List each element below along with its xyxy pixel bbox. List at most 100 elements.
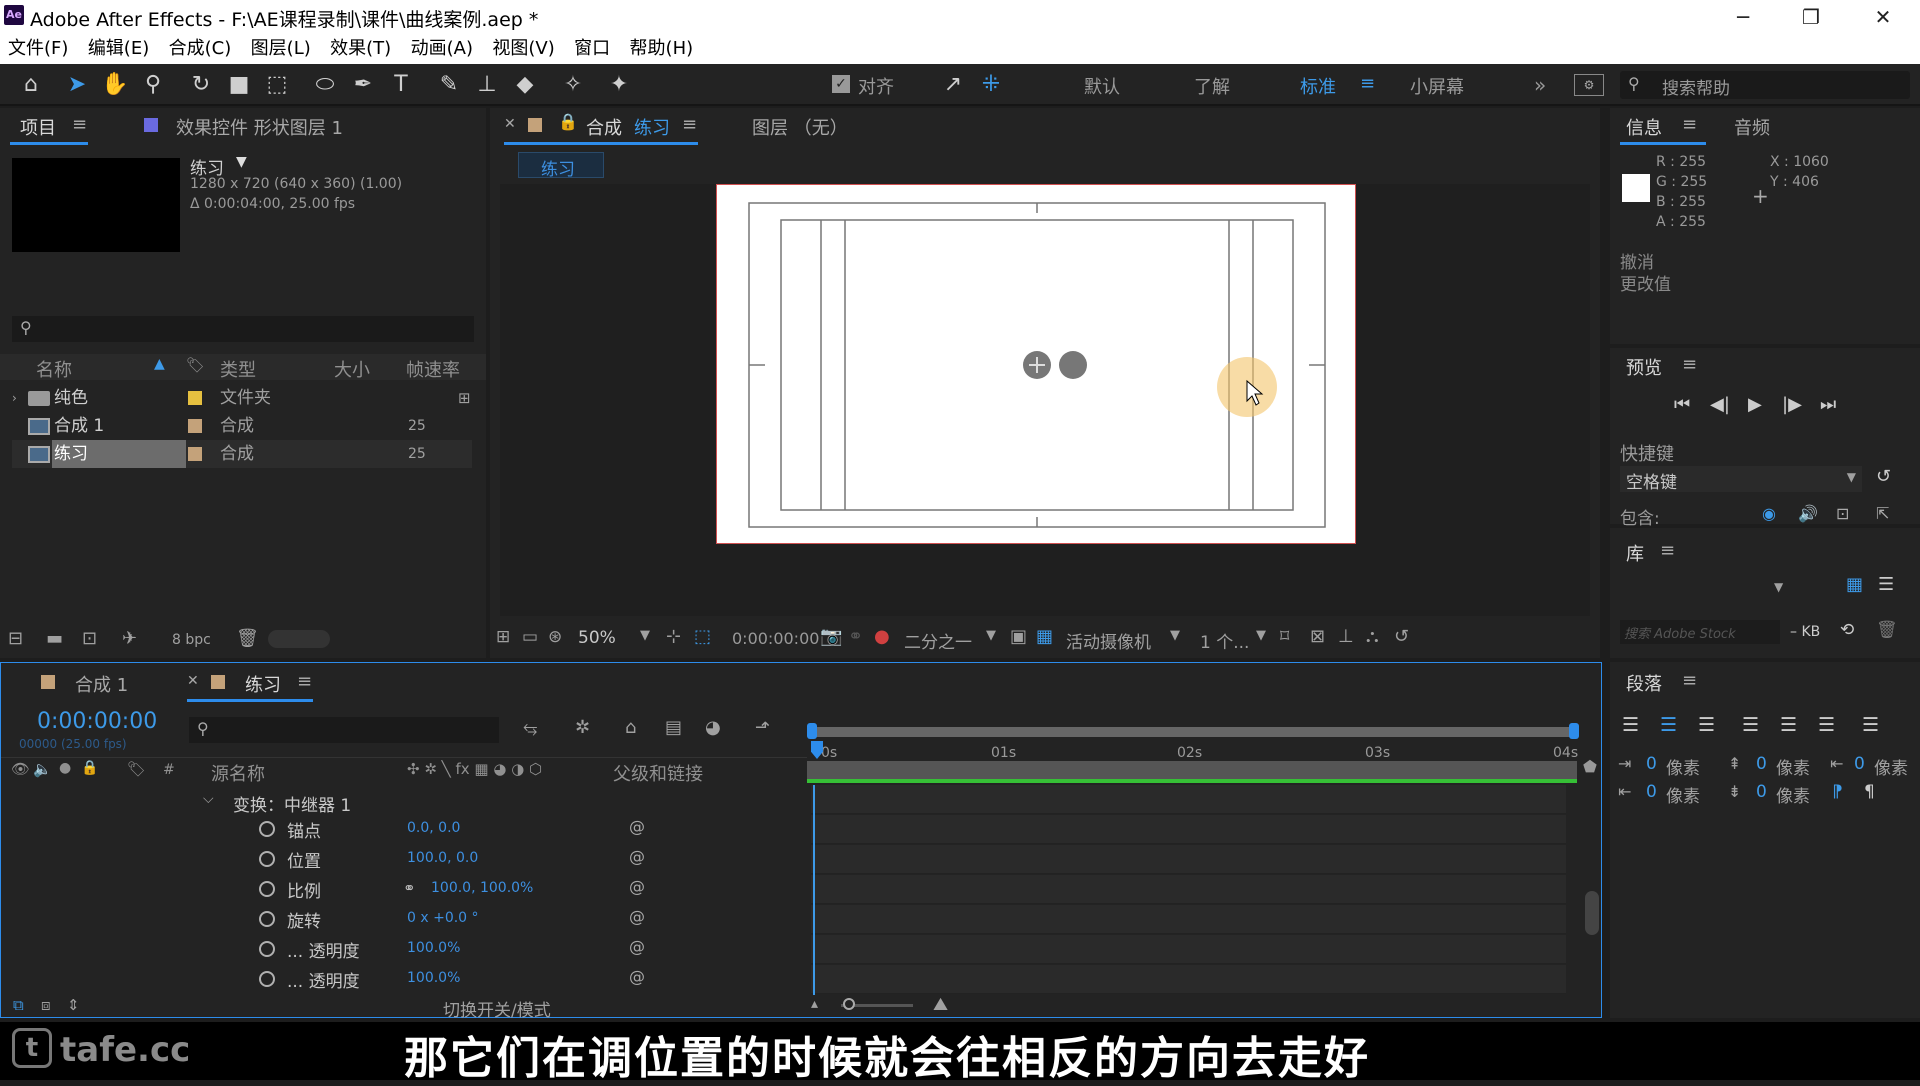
layer-switches-icon[interactable]: ⧉ [13, 996, 24, 1014]
ltr-direction-icon[interactable]: ⁋ [1832, 782, 1843, 802]
prop-value[interactable]: 100.0% [407, 940, 460, 956]
chevron-down-icon[interactable]: ▼ [986, 628, 996, 643]
toggle-switches-modes[interactable]: 切换开关/模式 [443, 996, 551, 1021]
workspace-settings-icon[interactable]: ⚙ [1574, 74, 1604, 96]
resolution-select[interactable]: 二分之一 [904, 628, 972, 653]
tab-info[interactable]: 信息 [1626, 114, 1662, 140]
align-right-icon[interactable]: ☰ [1698, 714, 1715, 736]
hand-tool-icon[interactable]: ✋ [100, 70, 130, 100]
bit-depth[interactable]: 8 bpc [172, 632, 211, 648]
shortcut-select[interactable]: 空格键 ▼ [1620, 466, 1862, 493]
frame-blending-icon[interactable]: ▤ [665, 717, 682, 738]
new-folder-icon[interactable]: ▬ [46, 628, 63, 649]
rotate-tool-icon[interactable]: ↻ [186, 70, 216, 100]
pickwhip-icon[interactable]: @ [629, 907, 645, 926]
align-left-icon[interactable]: ☰ [1622, 714, 1639, 736]
roto-brush-tool-icon[interactable]: ✧ [558, 70, 588, 100]
grid-view-icon[interactable]: ▦ [1846, 574, 1863, 595]
comp-canvas[interactable] [716, 184, 1356, 544]
stopwatch-icon[interactable] [259, 821, 275, 837]
timeline-scrollbar[interactable] [1585, 891, 1599, 935]
zoom-tool-icon[interactable]: ⚲ [138, 70, 168, 100]
rtl-direction-icon[interactable]: ¶ [1864, 782, 1875, 802]
3d-view-icon[interactable]: ⌑ [1280, 626, 1289, 647]
menu-effect[interactable]: 效果(T) [330, 34, 391, 64]
reset-exposure-icon[interactable]: ⊠ [1310, 626, 1325, 647]
workspace-learn[interactable]: 了解 [1194, 73, 1230, 99]
stopwatch-icon[interactable] [259, 851, 275, 867]
track-row[interactable] [811, 965, 1566, 994]
chevron-down-icon[interactable]: ▼ [1256, 628, 1266, 643]
solo-icon[interactable]: ● [59, 760, 71, 776]
align-center-icon[interactable]: ☰ [1660, 714, 1677, 736]
menu-file[interactable]: 文件(F) [8, 34, 68, 64]
pickwhip-icon[interactable]: @ [629, 877, 645, 896]
transform-group-label[interactable]: 变换：中继器 1 [233, 791, 351, 816]
timeline-timecode[interactable]: 0:00:00:00 [37, 709, 157, 734]
stock-search-input[interactable]: 搜索 Adobe Stock [1620, 620, 1780, 644]
grid-guides-icon[interactable]: ⊹ [666, 626, 681, 647]
justify-right-icon[interactable]: ☰ [1818, 714, 1835, 736]
lock-icon[interactable]: 🔒 [558, 112, 578, 131]
clone-stamp-tool-icon[interactable]: ⊥ [472, 70, 502, 100]
menu-composition[interactable]: 合成(C) [169, 34, 232, 64]
include-overlays-icon[interactable]: ⊡ [1836, 504, 1849, 523]
snap-target-icon[interactable]: ⁜ [976, 70, 1006, 100]
camera-tool-icon[interactable]: ■ [224, 70, 254, 100]
first-frame-icon[interactable]: ⏮ [1674, 394, 1690, 415]
track-row[interactable] [811, 815, 1566, 844]
menu-layer[interactable]: 图层(L) [251, 34, 311, 64]
chevron-down-icon[interactable]: ▼ [1774, 580, 1783, 594]
timeline-icon[interactable]: ⊥ [1338, 626, 1354, 647]
zoom-select[interactable]: 50% [578, 628, 616, 648]
lock-icon[interactable]: 🔒 [81, 760, 98, 776]
indent-right-value[interactable]: 0 [1646, 782, 1657, 802]
tab-comp-name[interactable]: 练习 [634, 114, 670, 140]
constrain-proportions-icon[interactable]: ⚭ [403, 879, 416, 897]
play-icon[interactable]: ▶ [1748, 394, 1762, 415]
work-area-start-handle[interactable] [807, 723, 817, 739]
zoom-out-icon[interactable]: ▴ [811, 996, 818, 1012]
expand-arrow-icon[interactable]: › [12, 384, 17, 412]
list-item[interactable]: 合成 1 合成 25 [12, 412, 472, 440]
justify-all-icon[interactable]: ☰ [1862, 714, 1879, 736]
track-row[interactable] [811, 935, 1566, 964]
include-audio-icon[interactable]: 🔊 [1798, 504, 1818, 523]
workspace-menu-icon[interactable]: ≡ [1360, 73, 1375, 94]
prop-value[interactable]: 0.0, 0.0 [407, 820, 460, 836]
camera-select[interactable]: 活动摄像机 [1066, 628, 1151, 653]
breadcrumb[interactable]: 练习 [518, 152, 604, 180]
work-area-bar[interactable] [807, 727, 1577, 737]
audio-icon[interactable]: 🔈 [33, 760, 52, 778]
text-tool-icon[interactable]: T [386, 70, 416, 100]
pan-behind-tool-icon[interactable]: ⬚ [262, 70, 292, 100]
interpret-footage-icon[interactable]: ⊟ [8, 628, 23, 649]
monitor-icon[interactable]: ▭ [522, 627, 538, 647]
ellipse-tool-icon[interactable]: ⬭ [310, 70, 340, 100]
pickwhip-icon[interactable]: @ [629, 847, 645, 866]
space-before-value[interactable]: 0 [1756, 754, 1767, 774]
snap-checkbox[interactable]: ✓ [832, 75, 850, 93]
sync-icon[interactable]: ⟲ [1840, 620, 1854, 640]
track-row[interactable] [811, 875, 1566, 904]
work-area-end-handle[interactable] [1569, 723, 1579, 739]
stopwatch-icon[interactable] [259, 911, 275, 927]
track-row[interactable] [811, 845, 1566, 874]
library-select[interactable] [1620, 574, 1826, 598]
workspace-small-screen[interactable]: 小屏幕 [1410, 73, 1464, 99]
current-time[interactable]: 0:00:00:00 [732, 629, 819, 648]
menu-view[interactable]: 视图(V) [492, 34, 554, 64]
close-tab-icon[interactable]: ✕ [187, 673, 199, 689]
timeline-menu-icon[interactable]: ≡ [297, 671, 312, 692]
close-tab-icon[interactable]: ✕ [504, 116, 516, 132]
trash-icon[interactable]: 🗑 [236, 628, 259, 649]
graph-editor-icon[interactable]: ⬏ [755, 717, 770, 738]
col-parent[interactable]: 父级和链接 [613, 760, 703, 786]
selection-tool-icon[interactable]: ➤ [62, 70, 92, 100]
region-of-interest-icon[interactable]: ⬚ [694, 626, 711, 647]
always-preview-icon[interactable]: ⊞ [496, 627, 510, 647]
justify-left-icon[interactable]: ☰ [1742, 714, 1759, 736]
minimize-button[interactable]: ─ [1720, 3, 1766, 31]
label-color-tan[interactable] [188, 447, 202, 461]
expand-arrow-icon[interactable]: ⌵ [203, 791, 214, 807]
